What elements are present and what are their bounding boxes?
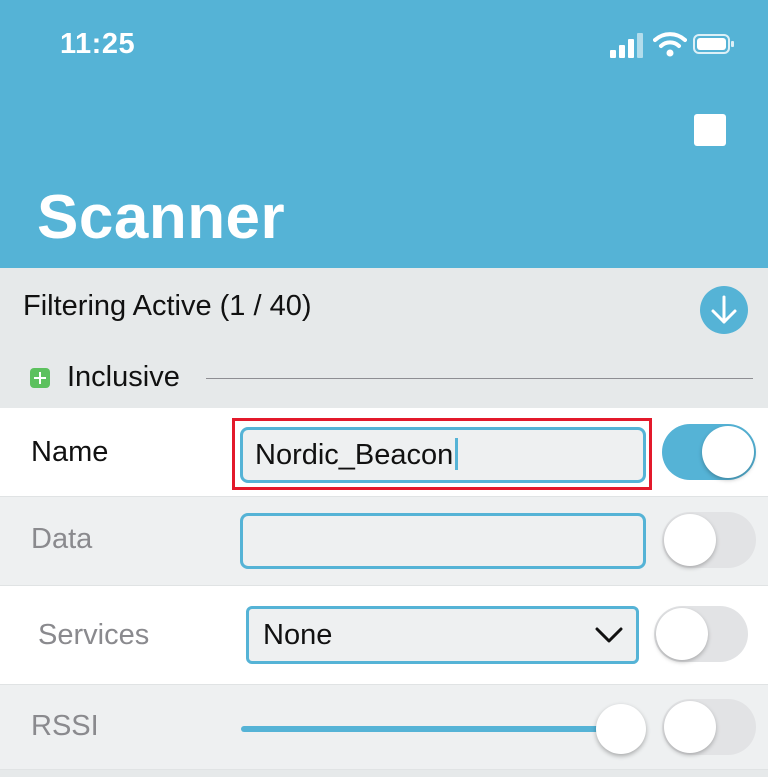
filter-summary-bar: Filtering Active (1 / 40) Inclusive [0, 268, 768, 408]
filter-mode-label: Inclusive [67, 361, 180, 393]
rssi-slider-track [241, 726, 631, 732]
name-filter-toggle[interactable] [662, 424, 756, 480]
filter-row-rssi: RSSI [0, 685, 768, 770]
rssi-filter-toggle[interactable] [662, 699, 756, 755]
services-selected-value: None [263, 619, 333, 651]
toggle-knob [656, 608, 708, 660]
name-filter-input[interactable]: Nordic_Beacon [240, 427, 646, 483]
filter-row-name: Name Nordic_Beacon [0, 408, 768, 497]
text-caret [455, 438, 459, 471]
rssi-filter-label: RSSI [31, 710, 99, 742]
filter-status-label: Filtering Active (1 / 40) [23, 290, 312, 322]
name-filter-value: Nordic_Beacon [255, 439, 454, 471]
page-title: Scanner [37, 183, 286, 252]
collapse-filters-button[interactable] [700, 286, 748, 334]
services-select[interactable]: None [246, 606, 639, 664]
services-filter-label: Services [38, 619, 150, 651]
name-filter-label: Name [31, 436, 109, 468]
rssi-slider[interactable] [241, 704, 646, 754]
data-filter-toggle[interactable] [662, 512, 756, 568]
wifi-icon [653, 32, 687, 57]
battery-icon [693, 34, 734, 54]
filter-row-data: Data [0, 497, 768, 586]
chevron-down-icon [595, 627, 623, 643]
plus-icon [30, 368, 50, 388]
navigation-header: 11:25 Scanner [0, 0, 768, 268]
data-filter-label: Data [31, 523, 93, 555]
rssi-slider-thumb[interactable] [596, 704, 646, 754]
arrow-down-icon [711, 295, 737, 324]
stop-scan-button[interactable] [694, 114, 726, 146]
filter-mode-row[interactable]: Inclusive [30, 361, 753, 393]
toggle-knob [702, 426, 754, 478]
services-filter-toggle[interactable] [654, 606, 748, 662]
cellular-signal-icon [610, 32, 646, 58]
filter-row-services: Services None [0, 586, 768, 685]
status-time: 11:25 [60, 28, 136, 60]
divider [206, 378, 753, 379]
data-filter-input[interactable] [240, 513, 646, 569]
toggle-knob [664, 701, 716, 753]
toggle-knob [664, 514, 716, 566]
